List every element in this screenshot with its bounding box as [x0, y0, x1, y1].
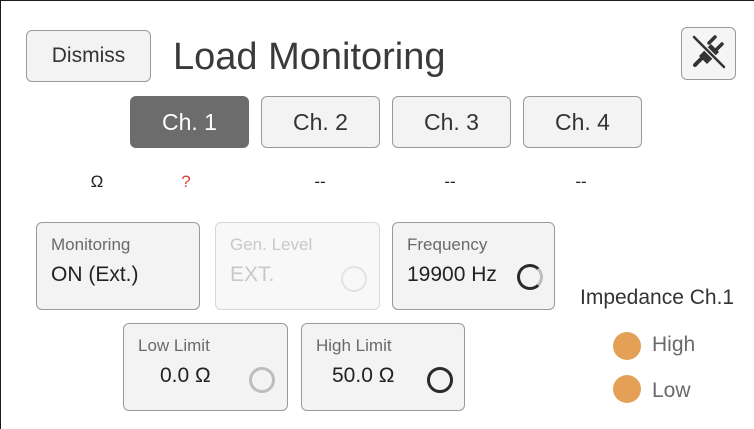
dismiss-label: Dismiss	[51, 44, 126, 67]
impedance-title: Impedance Ch.1	[580, 286, 735, 309]
impedance-low-label: Low	[652, 379, 691, 402]
impedance-low-led	[613, 375, 641, 403]
unplug-button[interactable]	[681, 27, 736, 80]
status-ch4: --	[575, 172, 587, 191]
impedance-high-label: High	[652, 333, 696, 356]
tab-ch2[interactable]: Ch. 2	[261, 96, 380, 148]
status-ch3: --	[444, 172, 456, 191]
low-limit-card[interactable]: Low Limit 0.0 Ω	[123, 323, 288, 411]
monitoring-card[interactable]: Monitoring ON (Ext.)	[36, 222, 200, 310]
gen-level-value: EXT.	[230, 263, 275, 286]
frequency-value: 19900 Hz	[407, 263, 497, 286]
frequency-label: Frequency	[407, 235, 488, 254]
gen-level-knob-icon	[341, 266, 367, 292]
status-ch1: ?	[181, 172, 191, 191]
status-unit: Ω	[90, 172, 104, 191]
dismiss-button[interactable]: Dismiss	[26, 30, 151, 82]
unplug-muted-icon	[689, 31, 729, 76]
tab-ch1[interactable]: Ch. 1	[130, 96, 249, 148]
high-limit-knob-icon	[427, 367, 453, 393]
page-title: Load Monitoring	[173, 36, 446, 78]
high-limit-card[interactable]: High Limit 50.0 Ω	[301, 323, 465, 411]
frequency-knob-icon	[517, 264, 543, 290]
impedance-high-led	[613, 332, 641, 360]
monitoring-label: Monitoring	[51, 235, 131, 254]
high-limit-value: 50.0 Ω	[332, 364, 395, 387]
high-limit-label: High Limit	[316, 336, 392, 355]
tab-ch1-label: Ch. 1	[162, 108, 217, 135]
status-ch2: --	[314, 172, 326, 191]
frequency-card[interactable]: Frequency 19900 Hz	[392, 222, 555, 310]
low-limit-value: 0.0 Ω	[160, 364, 211, 387]
tab-ch3[interactable]: Ch. 3	[392, 96, 511, 148]
window-border-top	[0, 0, 754, 1]
window-border-left	[0, 0, 1, 429]
tab-ch2-label: Ch. 2	[293, 108, 348, 135]
tab-ch4[interactable]: Ch. 4	[523, 96, 642, 148]
monitoring-value: ON (Ext.)	[51, 263, 139, 286]
low-limit-knob-icon	[249, 367, 275, 393]
low-limit-label: Low Limit	[138, 336, 210, 355]
gen-level-label: Gen. Level	[230, 235, 313, 254]
gen-level-card: Gen. Level EXT.	[215, 222, 380, 310]
tab-ch3-label: Ch. 3	[424, 108, 479, 135]
tab-ch4-label: Ch. 4	[555, 108, 610, 135]
